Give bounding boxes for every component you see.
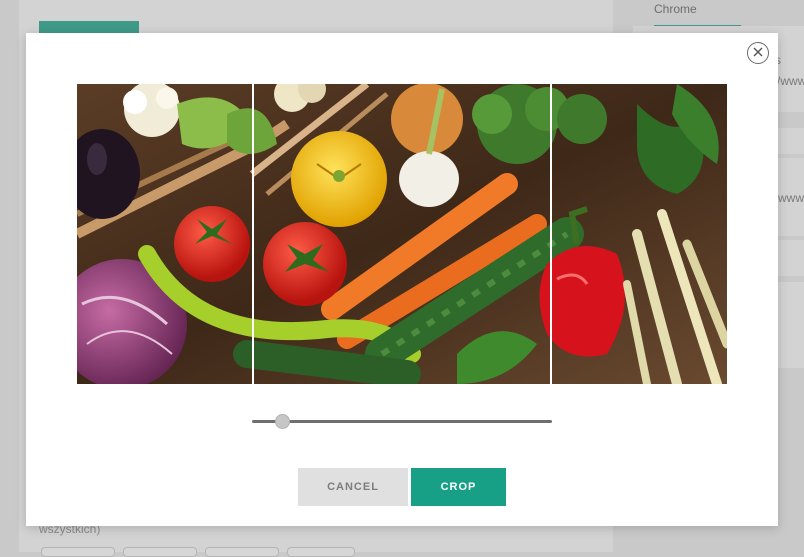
background-card-text: /www <box>777 74 804 88</box>
background-card-text: www <box>778 191 804 205</box>
cancel-button[interactable]: CANCEL <box>298 468 408 506</box>
zoom-slider-thumb[interactable] <box>275 414 290 429</box>
background-tag <box>41 547 115 557</box>
background-tag <box>205 547 279 557</box>
background-tag <box>123 547 197 557</box>
close-circle-icon <box>753 44 763 62</box>
zoom-slider[interactable] <box>252 411 552 431</box>
zoom-slider-track[interactable] <box>252 420 552 423</box>
background-chrome-label: Chrome <box>654 2 697 16</box>
vegetables-image <box>77 84 727 384</box>
crop-button[interactable]: CROP <box>411 468 506 506</box>
crop-image-area[interactable] <box>77 84 727 384</box>
background-tag <box>287 547 355 557</box>
close-button[interactable] <box>747 42 769 64</box>
crop-modal: CANCEL CROP <box>26 33 778 526</box>
